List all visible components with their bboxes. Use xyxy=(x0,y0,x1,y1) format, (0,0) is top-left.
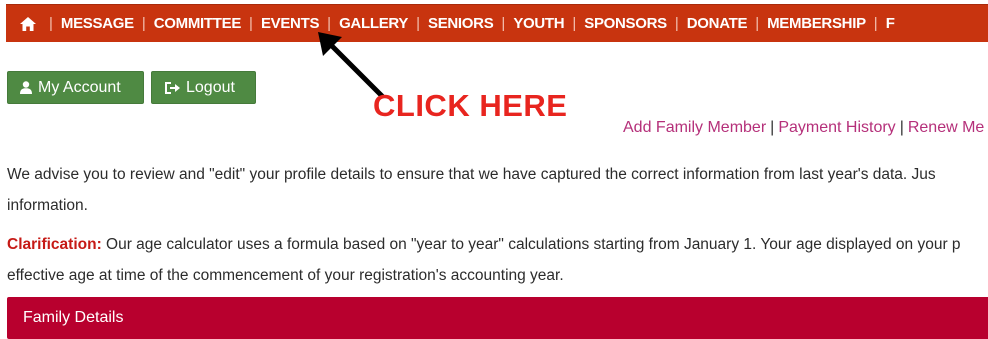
link-separator: | xyxy=(770,119,775,136)
family-details-title: Family Details xyxy=(23,309,124,326)
logout-label: Logout xyxy=(186,78,235,96)
link-separator: | xyxy=(899,119,904,136)
clarification-text: Our age calculator uses a formula based … xyxy=(101,236,961,253)
nav-separator: | xyxy=(755,15,760,32)
nav-item-gallery[interactable]: GALLERY xyxy=(339,15,408,32)
nav-separator: | xyxy=(674,15,679,32)
renew-membership-link[interactable]: Renew Me xyxy=(908,119,984,136)
account-links: Add Family Member | Payment History | Renew … xyxy=(623,119,984,137)
add-family-member-link[interactable]: Add Family Member xyxy=(623,119,766,136)
nav-item-membership[interactable]: MEMBERSHIP xyxy=(767,15,866,32)
clarification-notice: Clarification: Our age calculator uses a… xyxy=(7,229,988,291)
nav-item-donate[interactable]: DONATE xyxy=(687,15,748,32)
nav-separator: | xyxy=(327,15,332,32)
click-here-annotation: CLICK HERE xyxy=(373,88,568,123)
nav-item-truncated[interactable]: F xyxy=(886,15,895,32)
nav-separator: | xyxy=(501,15,506,32)
family-details-header[interactable]: Family Details xyxy=(7,297,988,339)
nav-separator: | xyxy=(141,15,146,32)
nav-separator: | xyxy=(49,15,53,32)
nav-item-youth[interactable]: YOUTH xyxy=(513,15,564,32)
clarification-label: Clarification: xyxy=(7,236,102,253)
payment-history-link[interactable]: Payment History xyxy=(778,119,895,136)
nav-separator: | xyxy=(249,15,253,32)
logout-icon xyxy=(165,81,180,94)
home-icon[interactable] xyxy=(15,5,41,42)
clarification-line1: Clarification: Our age calculator uses a… xyxy=(7,229,988,260)
nav-item-message[interactable]: MESSAGE xyxy=(61,15,134,32)
clarification-line2: effective age at time of the commencemen… xyxy=(7,267,564,284)
review-notice-line1: We advise you to review and "edit" your … xyxy=(7,166,936,183)
nav-item-committee[interactable]: COMMITTEE xyxy=(154,15,242,32)
my-account-button[interactable]: My Account xyxy=(7,71,144,104)
user-icon xyxy=(20,81,32,94)
review-notice-line2: information. xyxy=(7,197,88,214)
nav-separator: | xyxy=(572,15,577,32)
review-notice: We advise you to review and "edit" your … xyxy=(7,159,988,221)
logout-button[interactable]: Logout xyxy=(151,71,256,104)
nav-item-events[interactable]: EVENTS xyxy=(261,15,320,32)
nav-separator: | xyxy=(873,15,878,32)
nav-item-sponsors[interactable]: SPONSORS xyxy=(584,15,667,32)
nav-separator: | xyxy=(416,15,420,32)
my-account-label: My Account xyxy=(38,78,121,96)
nav-item-seniors[interactable]: SENIORS xyxy=(428,15,494,32)
top-nav: | MESSAGE | COMMITTEE | EVENTS | GALLERY… xyxy=(6,4,988,42)
